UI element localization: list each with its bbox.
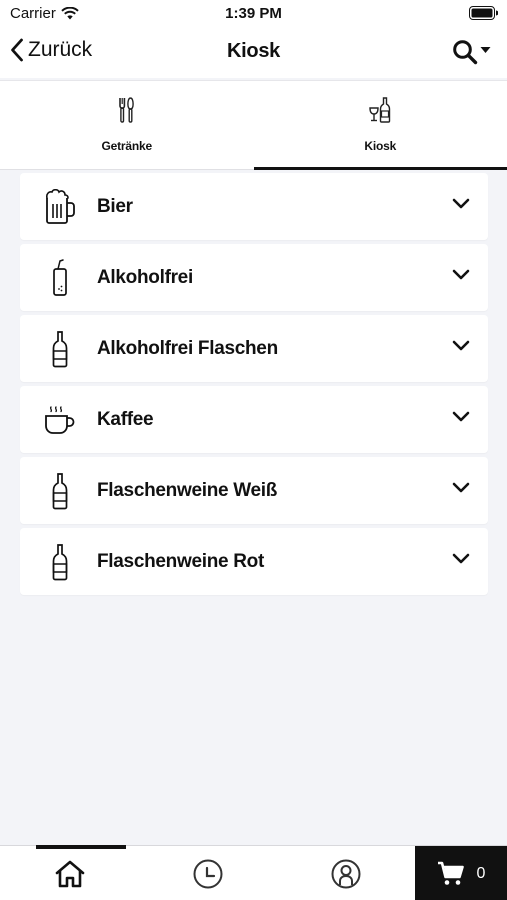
- chevron-down-icon: [452, 340, 470, 351]
- cart-count: 0: [476, 864, 486, 882]
- beer-mug-icon: [42, 173, 78, 240]
- category-row-bier[interactable]: Bier: [20, 173, 488, 240]
- tab-getraenke[interactable]: Getränke: [0, 81, 254, 169]
- category-label: Flaschenweine Rot: [97, 550, 264, 572]
- caret-down-icon: [480, 47, 491, 53]
- category-label: Alkoholfrei Flaschen: [97, 337, 278, 359]
- tabbar-history[interactable]: [148, 846, 268, 900]
- navigation-bar: Zurück Kiosk: [0, 28, 507, 78]
- category-label: Kaffee: [97, 408, 154, 430]
- search-icon: [453, 40, 478, 65]
- coffee-cup-icon: [42, 386, 78, 453]
- tabbar-account[interactable]: [286, 846, 406, 900]
- tab-label: Getränke: [101, 139, 153, 153]
- tab-kiosk[interactable]: Kiosk: [253, 81, 507, 170]
- clock-icon: [193, 859, 223, 888]
- category-row-alkoholfrei-flaschen[interactable]: Alkoholfrei Flaschen: [20, 315, 488, 382]
- soda-can-straw-icon: [42, 244, 78, 311]
- chevron-down-icon: [452, 269, 470, 280]
- tabbar-home[interactable]: [10, 845, 130, 900]
- status-bar: Carrier 1:39 PM: [0, 0, 507, 28]
- category-tabs: Getränke Kiosk: [0, 80, 507, 170]
- back-button-label: Zurück: [28, 38, 93, 61]
- chevron-down-icon: [452, 553, 470, 564]
- bottle-icon: [42, 315, 78, 382]
- category-list: Bier Alkoholfrei Alkoholfrei Flaschen Ka…: [20, 173, 488, 599]
- category-label: Bier: [97, 195, 133, 217]
- category-row-flaschenweine-rot[interactable]: Flaschenweine Rot: [20, 528, 488, 595]
- chevron-left-icon: [11, 38, 23, 62]
- chevron-down-icon: [452, 482, 470, 493]
- wine-bottle-glass-icon: [368, 95, 392, 125]
- cart-button[interactable]: 0: [415, 846, 507, 900]
- battery-icon: [469, 6, 498, 20]
- status-time: 1:39 PM: [225, 5, 282, 22]
- chevron-down-icon: [452, 198, 470, 209]
- bottle-icon: [42, 457, 78, 524]
- bottom-tab-bar: 0: [0, 845, 507, 900]
- category-row-alkoholfrei[interactable]: Alkoholfrei: [20, 244, 488, 311]
- back-button[interactable]: Zurück: [10, 38, 92, 62]
- home-icon: [55, 860, 85, 887]
- bottle-icon: [42, 528, 78, 595]
- account-icon: [331, 859, 361, 888]
- cutlery-icon: [117, 95, 137, 125]
- category-label: Alkoholfrei: [97, 266, 193, 288]
- category-label: Flaschenweine Weiß: [97, 479, 278, 501]
- shopping-cart-icon: [437, 861, 464, 885]
- chevron-down-icon: [452, 411, 470, 422]
- tab-label: Kiosk: [364, 139, 397, 153]
- category-row-kaffee[interactable]: Kaffee: [20, 386, 488, 453]
- search-button[interactable]: [452, 39, 491, 65]
- category-row-flaschenweine-weiss[interactable]: Flaschenweine Weiß: [20, 457, 488, 524]
